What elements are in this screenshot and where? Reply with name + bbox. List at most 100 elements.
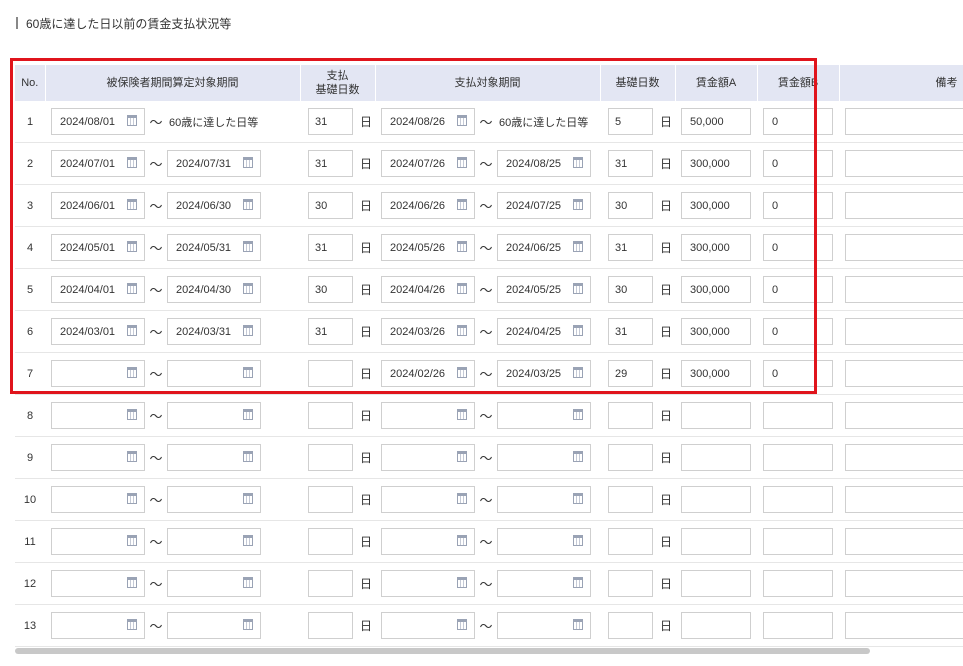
pay-period-from-input[interactable] (381, 612, 475, 639)
insured-period-to-input[interactable] (167, 402, 261, 429)
wage-b-input[interactable]: 0 (763, 318, 833, 345)
calendar-icon[interactable] (243, 451, 253, 462)
wage-a-input[interactable]: 300,000 (681, 150, 751, 177)
wage-a-input[interactable] (681, 570, 751, 597)
base-days-input[interactable] (608, 486, 653, 513)
base-days-input[interactable] (608, 528, 653, 555)
insured-period-from-input[interactable]: 2024/07/01 (51, 150, 145, 177)
pay-period-to-input[interactable]: 2024/04/25 (497, 318, 591, 345)
insured-period-to-input[interactable]: 2024/03/31 (167, 318, 261, 345)
pay-period-from-input[interactable]: 2024/02/26 (381, 360, 475, 387)
insured-period-to-input[interactable] (167, 360, 261, 387)
base-days-input[interactable]: 5 (608, 108, 653, 135)
note-input[interactable] (845, 276, 963, 303)
insured-period-from-input[interactable] (51, 360, 145, 387)
insured-period-to-input[interactable] (167, 570, 261, 597)
insured-period-to-input[interactable]: 2024/06/30 (167, 192, 261, 219)
pay-period-to-input[interactable] (497, 444, 591, 471)
insured-period-to-input[interactable] (167, 444, 261, 471)
base-days-input[interactable] (608, 444, 653, 471)
note-input[interactable] (845, 234, 963, 261)
pay-period-from-input[interactable]: 2024/04/26 (381, 276, 475, 303)
wage-a-input[interactable] (681, 612, 751, 639)
wage-b-input[interactable] (763, 528, 833, 555)
note-input[interactable] (845, 318, 963, 345)
pay-days-input[interactable]: 31 (308, 150, 353, 177)
calendar-icon[interactable] (573, 619, 583, 630)
calendar-icon[interactable] (573, 367, 583, 378)
base-days-input[interactable]: 31 (608, 150, 653, 177)
calendar-icon[interactable] (457, 199, 467, 210)
calendar-icon[interactable] (573, 325, 583, 336)
calendar-icon[interactable] (457, 577, 467, 588)
insured-period-to-input[interactable] (167, 486, 261, 513)
calendar-icon[interactable] (457, 409, 467, 420)
note-input[interactable] (845, 360, 963, 387)
calendar-icon[interactable] (573, 409, 583, 420)
calendar-icon[interactable] (243, 241, 253, 252)
pay-days-input[interactable]: 31 (308, 234, 353, 261)
note-input[interactable] (845, 444, 963, 471)
calendar-icon[interactable] (243, 325, 253, 336)
wage-a-input[interactable] (681, 528, 751, 555)
calendar-icon[interactable] (457, 535, 467, 546)
insured-period-to-input[interactable]: 2024/04/30 (167, 276, 261, 303)
calendar-icon[interactable] (127, 493, 137, 504)
pay-period-from-input[interactable]: 2024/08/26 (381, 108, 475, 135)
note-input[interactable] (845, 570, 963, 597)
horizontal-scrollbar[interactable] (15, 648, 870, 654)
calendar-icon[interactable] (573, 199, 583, 210)
wage-a-input[interactable]: 50,000 (681, 108, 751, 135)
wage-a-input[interactable] (681, 402, 751, 429)
pay-period-from-input[interactable] (381, 486, 475, 513)
calendar-icon[interactable] (127, 409, 137, 420)
calendar-icon[interactable] (457, 367, 467, 378)
pay-period-from-input[interactable]: 2024/03/26 (381, 318, 475, 345)
pay-days-input[interactable]: 30 (308, 276, 353, 303)
wage-b-input[interactable]: 0 (763, 360, 833, 387)
insured-period-from-input[interactable] (51, 570, 145, 597)
wage-b-input[interactable]: 0 (763, 234, 833, 261)
pay-period-from-input[interactable] (381, 402, 475, 429)
calendar-icon[interactable] (457, 157, 467, 168)
calendar-icon[interactable] (243, 199, 253, 210)
pay-days-input[interactable] (308, 528, 353, 555)
insured-period-from-input[interactable] (51, 528, 145, 555)
pay-period-from-input[interactable] (381, 444, 475, 471)
wage-b-input[interactable]: 0 (763, 276, 833, 303)
calendar-icon[interactable] (573, 283, 583, 294)
calendar-icon[interactable] (243, 535, 253, 546)
insured-period-from-input[interactable]: 2024/08/01 (51, 108, 145, 135)
calendar-icon[interactable] (127, 325, 137, 336)
pay-days-input[interactable] (308, 486, 353, 513)
insured-period-from-input[interactable] (51, 444, 145, 471)
wage-b-input[interactable]: 0 (763, 192, 833, 219)
pay-days-input[interactable] (308, 402, 353, 429)
calendar-icon[interactable] (127, 535, 137, 546)
insured-period-to-input[interactable] (167, 528, 261, 555)
calendar-icon[interactable] (573, 493, 583, 504)
calendar-icon[interactable] (457, 283, 467, 294)
insured-period-from-input[interactable] (51, 612, 145, 639)
calendar-icon[interactable] (243, 409, 253, 420)
calendar-icon[interactable] (573, 241, 583, 252)
pay-period-from-input[interactable] (381, 528, 475, 555)
wage-a-input[interactable] (681, 486, 751, 513)
base-days-input[interactable]: 30 (608, 192, 653, 219)
insured-period-from-input[interactable] (51, 402, 145, 429)
calendar-icon[interactable] (127, 619, 137, 630)
calendar-icon[interactable] (127, 367, 137, 378)
wage-b-input[interactable]: 0 (763, 108, 833, 135)
insured-period-from-input[interactable]: 2024/05/01 (51, 234, 145, 261)
pay-period-to-input[interactable]: 2024/07/25 (497, 192, 591, 219)
note-input[interactable] (845, 402, 963, 429)
calendar-icon[interactable] (573, 451, 583, 462)
pay-days-input[interactable] (308, 444, 353, 471)
pay-period-to-input[interactable]: 2024/08/25 (497, 150, 591, 177)
note-input[interactable] (845, 192, 963, 219)
calendar-icon[interactable] (573, 577, 583, 588)
wage-b-input[interactable] (763, 570, 833, 597)
wage-a-input[interactable] (681, 444, 751, 471)
calendar-icon[interactable] (243, 619, 253, 630)
base-days-input[interactable] (608, 402, 653, 429)
